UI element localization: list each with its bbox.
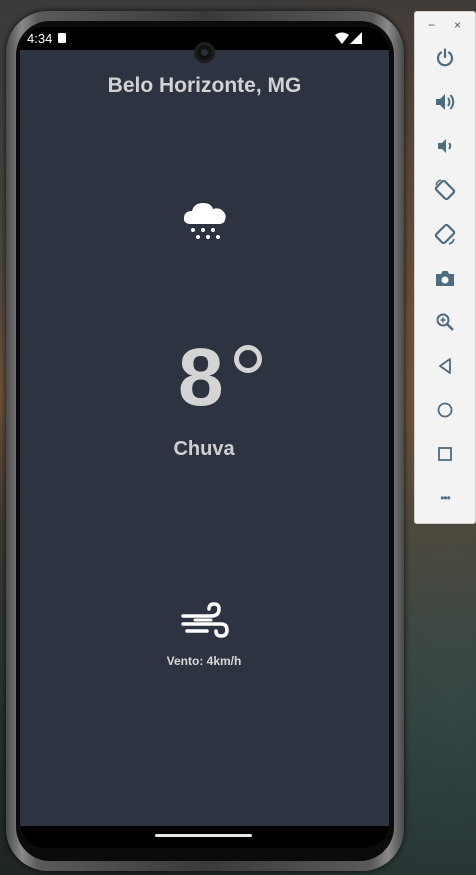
close-button[interactable]: × bbox=[454, 18, 461, 32]
home-gesture-handle[interactable] bbox=[155, 834, 252, 837]
phone-screen[interactable]: 4:34 Belo Horizonte, MG 8 Chuva Vento: 4… bbox=[20, 27, 389, 848]
overview-icon bbox=[438, 447, 452, 461]
volume-down-icon bbox=[438, 139, 452, 153]
zoom-icon bbox=[436, 313, 454, 331]
sd-card-icon bbox=[58, 33, 66, 43]
volume-up-icon bbox=[436, 94, 455, 110]
gesture-nav-bar bbox=[20, 826, 389, 848]
rotate-right-button[interactable] bbox=[432, 221, 458, 247]
home-button[interactable] bbox=[432, 397, 458, 423]
volume-up-button[interactable] bbox=[432, 89, 458, 115]
more-button[interactable]: ••• bbox=[432, 485, 458, 511]
power-icon bbox=[436, 48, 454, 67]
rotate-right-icon bbox=[434, 223, 456, 245]
back-icon bbox=[439, 358, 451, 374]
overview-button[interactable] bbox=[432, 441, 458, 467]
temperature-value: 8 bbox=[178, 332, 224, 423]
weather-condition: Chuva bbox=[173, 438, 235, 460]
cloud-snow-icon bbox=[183, 203, 226, 239]
city-title: Belo Horizonte, MG bbox=[107, 74, 302, 97]
more-icon: ••• bbox=[440, 491, 451, 505]
home-icon bbox=[437, 402, 453, 418]
rotate-left-icon bbox=[434, 179, 456, 201]
status-time: 4:34 bbox=[27, 31, 53, 46]
wind-speed-label: Vento: 4km/h bbox=[166, 654, 242, 668]
power-button[interactable] bbox=[432, 45, 458, 71]
wind-icon bbox=[181, 602, 229, 638]
signal-icon bbox=[350, 32, 362, 44]
back-button[interactable] bbox=[432, 353, 458, 379]
rotate-left-button[interactable] bbox=[432, 177, 458, 203]
emulator-toolbar: − × ••• bbox=[414, 11, 476, 524]
screenshot-icon bbox=[436, 271, 454, 286]
front-camera bbox=[194, 42, 215, 63]
degree-symbol bbox=[234, 345, 262, 373]
zoom-button[interactable] bbox=[432, 309, 458, 335]
screenshot-button[interactable] bbox=[432, 265, 458, 291]
minimize-button[interactable]: − bbox=[428, 18, 435, 32]
wifi-icon bbox=[335, 32, 349, 44]
volume-down-button[interactable] bbox=[432, 133, 458, 159]
